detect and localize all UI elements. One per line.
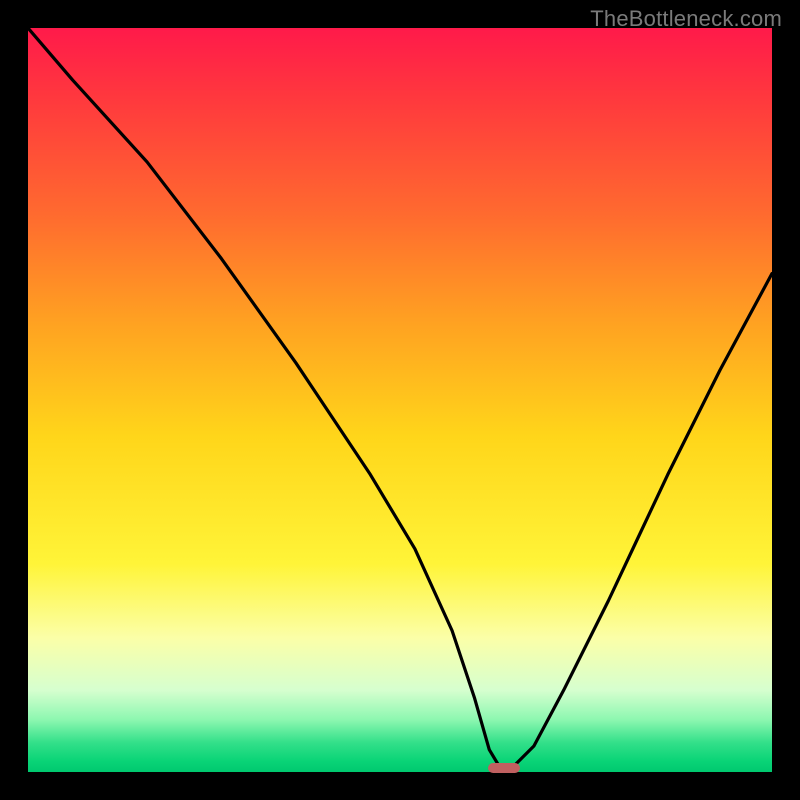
watermark-text: TheBottleneck.com xyxy=(590,6,782,32)
chart-plot-area xyxy=(28,28,772,772)
chart-frame: TheBottleneck.com xyxy=(0,0,800,800)
